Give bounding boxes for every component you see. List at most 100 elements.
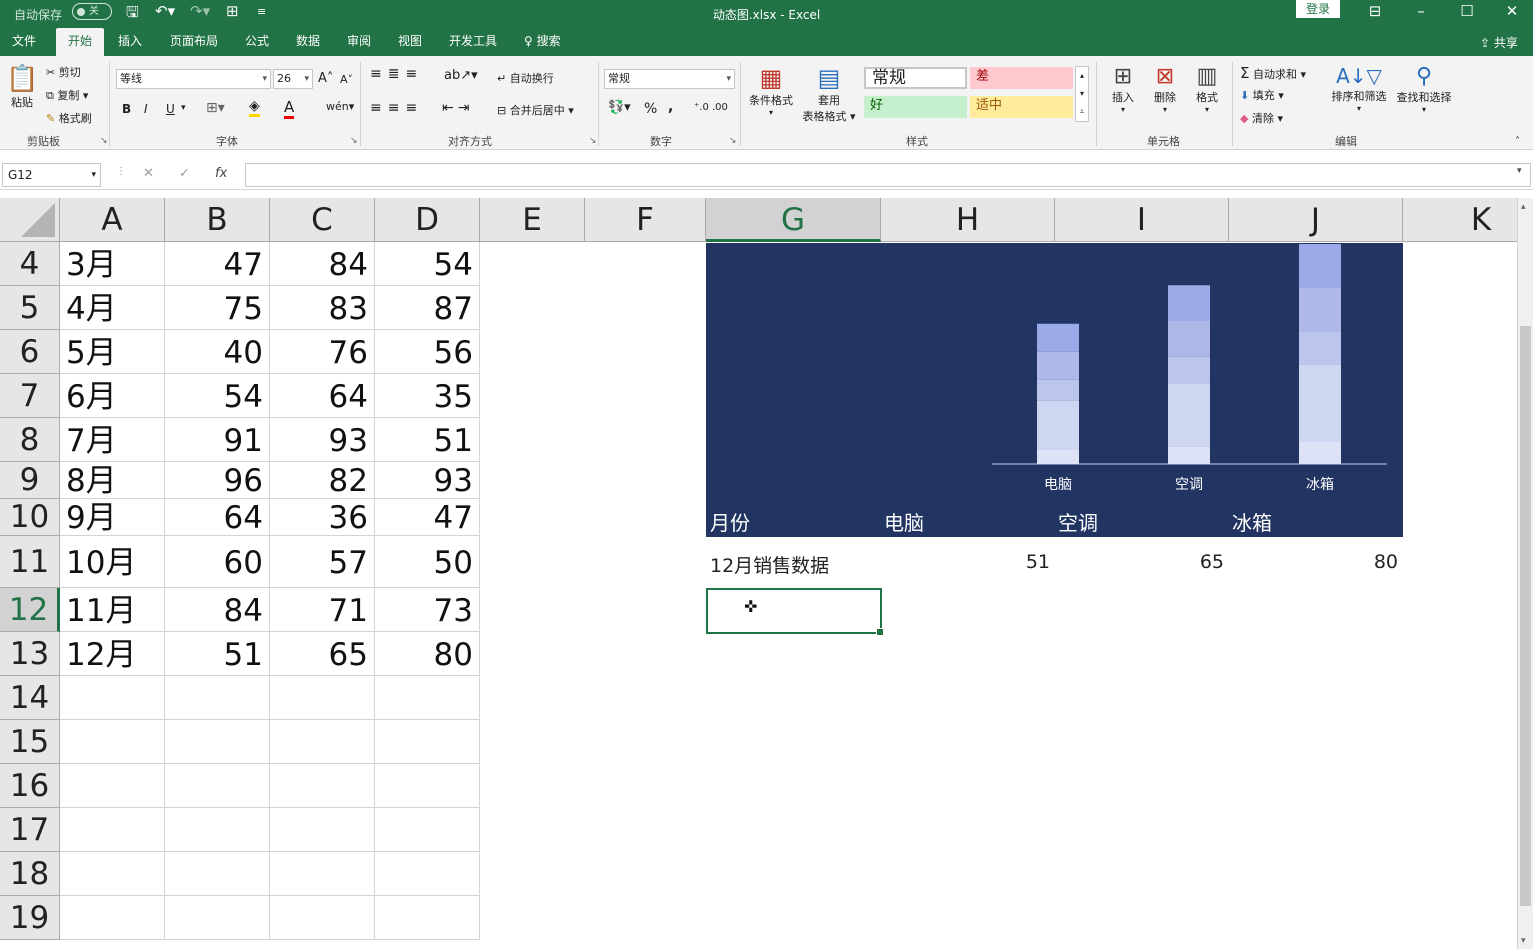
tab-formulas[interactable]: 公式: [233, 28, 281, 56]
cell-b17[interactable]: [165, 808, 270, 852]
row-header-4[interactable]: 4: [0, 242, 60, 286]
grow-font-icon[interactable]: A˄: [318, 71, 333, 86]
format-painter-button[interactable]: ✎ 格式刷: [46, 110, 92, 126]
cell-a15[interactable]: [60, 720, 165, 764]
comma-button[interactable]: ,: [668, 99, 673, 115]
sort-filter-button[interactable]: A↓▽ 排序和筛选 ▾: [1328, 64, 1390, 113]
conditional-format-button[interactable]: ▦ 条件格式 ▾: [746, 64, 796, 117]
alignment-launcher-icon[interactable]: ↘: [589, 136, 597, 146]
tab-review[interactable]: 审阅: [335, 28, 383, 56]
cell-b10[interactable]: 64: [165, 499, 270, 536]
style-good[interactable]: 好: [864, 96, 967, 118]
cell-c6[interactable]: 76: [270, 330, 375, 374]
column-header-h[interactable]: H: [881, 198, 1055, 242]
cell-b4[interactable]: 47: [165, 242, 270, 286]
cell-b18[interactable]: [165, 852, 270, 896]
format-as-table-button[interactable]: ▤ 套用 表格格式 ▾: [800, 64, 858, 124]
row-header-13[interactable]: 13: [0, 632, 60, 676]
worksheet-grid[interactable]: ABCDEFGHIJK 4 5 6 7 8 9 10 11 12 13 14 15 16 17 18 19 3…: [0, 198, 1517, 949]
cell-c13[interactable]: 65: [270, 632, 375, 676]
chart[interactable]: 电脑 空调 冰箱: [706, 243, 1403, 499]
orientation-icon[interactable]: ab↗▾: [444, 68, 478, 83]
phonetic-icon[interactable]: wén▾: [326, 100, 354, 113]
cell-b7[interactable]: 54: [165, 374, 270, 418]
cell-a6[interactable]: 5月: [60, 330, 165, 374]
find-select-button[interactable]: ⚲ 查找和选择 ▾: [1393, 64, 1455, 114]
cell-a16[interactable]: [60, 764, 165, 808]
row-header-11[interactable]: 11: [0, 536, 60, 588]
percent-button[interactable]: %: [644, 101, 657, 117]
cell-c14[interactable]: [270, 676, 375, 720]
cell-c8[interactable]: 93: [270, 418, 375, 462]
style-bad[interactable]: 差: [970, 67, 1073, 89]
row-header-5[interactable]: 5: [0, 286, 60, 330]
row-header-16[interactable]: 16: [0, 764, 60, 808]
ribbon-display-icon[interactable]: ⊟: [1360, 2, 1390, 20]
expand-formula-icon[interactable]: ▾: [1517, 166, 1522, 176]
cell-a4[interactable]: 3月: [60, 242, 165, 286]
cell-b15[interactable]: [165, 720, 270, 764]
cell-b19[interactable]: [165, 896, 270, 940]
row-header-10[interactable]: 10: [0, 499, 60, 536]
cell-c17[interactable]: [270, 808, 375, 852]
style-normal[interactable]: 常规: [864, 67, 967, 89]
tab-page-layout[interactable]: 页面布局: [158, 28, 230, 56]
underline-dropdown-icon[interactable]: ▾: [181, 103, 186, 113]
cell-d10[interactable]: 47: [375, 499, 480, 536]
cell-c10[interactable]: 36: [270, 499, 375, 536]
minimize-icon[interactable]: –: [1406, 2, 1436, 20]
format-cells-button[interactable]: ▥ 格式 ▾: [1190, 64, 1224, 114]
shrink-font-icon[interactable]: A˅: [340, 73, 353, 86]
merge-center-button[interactable]: ⊟ 合并后居中 ▾: [497, 102, 574, 118]
share-button[interactable]: ⇪ 共享: [1480, 34, 1518, 51]
delete-cells-button[interactable]: ⊠ 删除 ▾: [1148, 64, 1182, 114]
column-header-g[interactable]: G: [706, 198, 881, 242]
cell-c18[interactable]: [270, 852, 375, 896]
cell-b8[interactable]: 91: [165, 418, 270, 462]
indent-icons[interactable]: ⇤⇥: [442, 100, 473, 116]
column-header-k[interactable]: K: [1403, 198, 1517, 242]
column-header-a[interactable]: A: [60, 198, 165, 242]
vertical-scrollbar[interactable]: ▴ ▾: [1517, 198, 1533, 949]
row-header-15[interactable]: 15: [0, 720, 60, 764]
tab-view[interactable]: 视图: [386, 28, 434, 56]
autosum-button[interactable]: Σ 自动求和 ▾: [1240, 64, 1306, 82]
cell-c19[interactable]: [270, 896, 375, 940]
cell-b16[interactable]: [165, 764, 270, 808]
cell-b5[interactable]: 75: [165, 286, 270, 330]
vertical-align-icons[interactable]: ≡≣≡: [370, 66, 423, 82]
cell-d14[interactable]: [375, 676, 480, 720]
cell-d11[interactable]: 50: [375, 536, 480, 588]
cell-d7[interactable]: 35: [375, 374, 480, 418]
cell-b12[interactable]: 84: [165, 588, 270, 632]
cell-d4[interactable]: 54: [375, 242, 480, 286]
cell-b6[interactable]: 40: [165, 330, 270, 374]
styles-scroll-icon[interactable]: ▴ ▾ ⩡: [1075, 66, 1089, 122]
row-header-17[interactable]: 17: [0, 808, 60, 852]
cell-c12[interactable]: 71: [270, 588, 375, 632]
cell-c9[interactable]: 82: [270, 462, 375, 499]
fill-color-icon[interactable]: ◈: [249, 98, 260, 117]
tab-file[interactable]: 文件: [0, 28, 48, 56]
insert-function-icon[interactable]: fx: [215, 166, 227, 181]
cut-button[interactable]: ✂ 剪切: [46, 64, 81, 80]
paste-button[interactable]: 📋 粘贴: [6, 64, 38, 110]
font-color-icon[interactable]: A: [284, 98, 295, 119]
chart-bar-2[interactable]: [1299, 244, 1341, 464]
tab-insert[interactable]: 插入: [106, 28, 154, 56]
cancel-icon[interactable]: ✕: [143, 166, 154, 181]
column-header-i[interactable]: I: [1055, 198, 1229, 242]
wrap-text-button[interactable]: ↵ 自动换行: [497, 70, 554, 86]
bold-button[interactable]: B: [122, 102, 131, 116]
cell-b9[interactable]: 96: [165, 462, 270, 499]
cell-a12[interactable]: 11月: [60, 588, 165, 632]
chart-bar-1[interactable]: [1168, 285, 1210, 464]
row-header-7[interactable]: 7: [0, 374, 60, 418]
column-header-b[interactable]: B: [165, 198, 270, 242]
tab-developer[interactable]: 开发工具: [437, 28, 509, 56]
close-icon[interactable]: ✕: [1497, 2, 1527, 20]
scroll-up-icon[interactable]: ▴: [1521, 202, 1526, 212]
cell-c11[interactable]: 57: [270, 536, 375, 588]
cell-a17[interactable]: [60, 808, 165, 852]
row-header-9[interactable]: 9: [0, 462, 60, 499]
